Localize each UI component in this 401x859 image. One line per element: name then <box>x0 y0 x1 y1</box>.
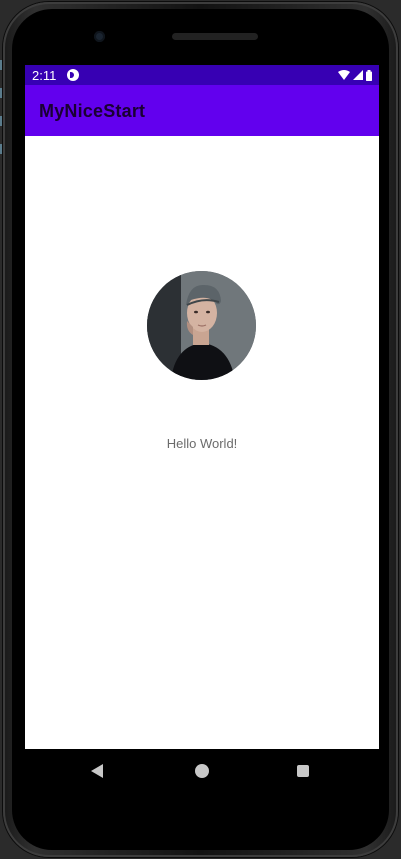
home-icon[interactable] <box>195 764 209 778</box>
recents-icon[interactable] <box>297 765 309 777</box>
emulator-stage: 2:11 MyNiceStart Hello World! <box>0 0 401 859</box>
device-screen: 2:11 MyNiceStart Hello World! <box>25 65 379 749</box>
status-bar: 2:11 <box>25 65 379 85</box>
battery-icon <box>366 69 372 81</box>
earpiece-speaker <box>172 33 258 40</box>
back-icon[interactable] <box>91 764 103 778</box>
notification-icon <box>67 69 79 81</box>
status-time: 2:11 <box>32 68 57 83</box>
navigation-bar <box>25 749 379 795</box>
signal-icon <box>353 70 363 80</box>
app-title: MyNiceStart <box>39 101 146 121</box>
hello-text: Hello World! <box>166 436 238 451</box>
wifi-icon <box>338 70 350 80</box>
app-bar: MyNiceStart <box>25 85 379 136</box>
profile-photo <box>147 271 256 380</box>
status-icons <box>338 69 372 81</box>
front-camera-icon <box>94 31 105 42</box>
